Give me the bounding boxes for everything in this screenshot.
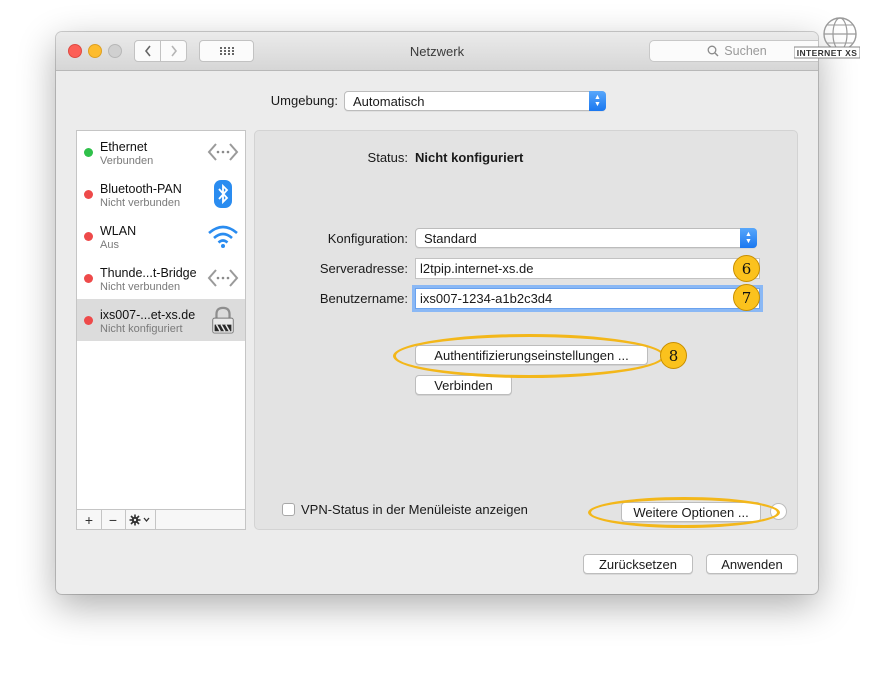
action-menu-button[interactable] bbox=[125, 510, 156, 529]
configuration-popup[interactable]: Standard ▲ ▼ bbox=[415, 228, 757, 248]
popup-arrows-icon: ▲ ▼ bbox=[740, 228, 757, 248]
wifi-icon bbox=[208, 225, 238, 248]
service-list: Ethernet Verbunden Bluetooth-PAN Nicht v… bbox=[76, 130, 246, 530]
internet-xs-logo: INTERNET XS bbox=[793, 14, 861, 60]
apply-button[interactable]: Anwenden bbox=[706, 554, 798, 574]
username-field[interactable]: ixs007-1234-a1b2c3d4 bbox=[415, 288, 760, 309]
status-dot bbox=[84, 190, 93, 199]
configuration-value: Standard bbox=[424, 230, 477, 246]
service-status: Nicht konfiguriert bbox=[100, 323, 183, 335]
vpn-lock-icon bbox=[212, 306, 234, 334]
add-service-button[interactable]: + bbox=[77, 510, 102, 529]
annotation-badge-8: 8 bbox=[660, 342, 687, 369]
service-item-bluetooth-pan[interactable]: Bluetooth-PAN Nicht verbunden bbox=[77, 173, 245, 215]
service-name: Thunde...t-Bridge bbox=[100, 266, 197, 280]
service-status: Aus bbox=[100, 239, 119, 251]
annotation-badge-7: 7 bbox=[733, 284, 760, 311]
service-item-wlan[interactable]: WLAN Aus bbox=[77, 215, 245, 257]
vpn-status-checkbox[interactable] bbox=[282, 503, 295, 516]
bluetooth-icon bbox=[214, 180, 232, 208]
service-item-ethernet[interactable]: Ethernet Verbunden bbox=[77, 131, 245, 173]
status-label: Status: bbox=[367, 150, 408, 165]
reset-button[interactable]: Zurücksetzen bbox=[583, 554, 693, 574]
gear-menu-icon bbox=[129, 514, 150, 525]
server-address-label: Serveradresse: bbox=[319, 261, 408, 276]
service-name: ixs007-...et-xs.de bbox=[100, 308, 196, 322]
location-popup[interactable]: Automatisch ▲ ▼ bbox=[344, 91, 606, 111]
server-address-field[interactable]: l2tpip.internet-xs.de bbox=[415, 258, 760, 279]
service-item-vpn[interactable]: ixs007-...et-xs.de Nicht konfiguriert bbox=[77, 299, 245, 341]
status-dot bbox=[84, 232, 93, 241]
annotation-badge-6: 6 bbox=[733, 255, 760, 282]
connect-button[interactable]: Verbinden bbox=[415, 375, 512, 395]
vpn-status-checkbox-label: VPN-Status in der Menüleiste anzeigen bbox=[301, 502, 528, 517]
service-list-toolbar: + − bbox=[77, 509, 245, 529]
popup-arrows-icon: ▲ ▼ bbox=[589, 91, 606, 111]
service-name: WLAN bbox=[100, 224, 137, 238]
thunderbolt-bridge-icon bbox=[207, 269, 239, 287]
service-name: Ethernet bbox=[100, 140, 148, 154]
service-status: Nicht verbunden bbox=[100, 197, 181, 209]
service-item-thunderbolt-bridge[interactable]: Thunde...t-Bridge Nicht verbunden bbox=[77, 257, 245, 299]
title-bar: Netzwerk Suchen bbox=[56, 32, 818, 71]
search-field[interactable]: Suchen bbox=[649, 40, 818, 62]
service-status: Verbunden bbox=[100, 155, 154, 167]
ethernet-icon bbox=[207, 143, 239, 161]
annotation-highlight-auth bbox=[393, 334, 665, 378]
search-icon bbox=[707, 45, 719, 57]
location-label: Umgebung: bbox=[270, 93, 338, 108]
logo-text: INTERNET XS bbox=[796, 48, 858, 58]
status-dot bbox=[84, 148, 93, 157]
configuration-label: Konfiguration: bbox=[327, 231, 408, 246]
status-value: Nicht konfiguriert bbox=[415, 150, 524, 165]
vpn-detail-panel: Status: Nicht konfiguriert Konfiguration… bbox=[254, 130, 798, 530]
status-dot bbox=[84, 274, 93, 283]
remove-service-button[interactable]: − bbox=[101, 510, 126, 529]
service-name: Bluetooth-PAN bbox=[100, 182, 182, 196]
search-placeholder: Suchen bbox=[724, 44, 767, 58]
username-label: Benutzername: bbox=[319, 291, 408, 306]
annotation-highlight-advanced bbox=[588, 497, 780, 528]
status-dot bbox=[84, 316, 93, 325]
location-value: Automatisch bbox=[353, 93, 425, 109]
service-status: Nicht verbunden bbox=[100, 281, 181, 293]
